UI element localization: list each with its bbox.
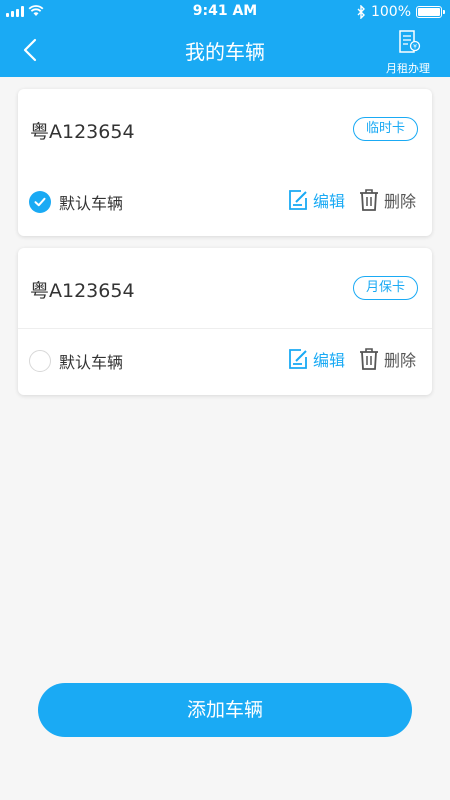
bluetooth-icon <box>357 5 365 19</box>
trash-icon <box>360 348 378 370</box>
document-icon: ¥ <box>399 30 421 53</box>
vehicle-card: 粤A123654 月保卡 默认车辆 编辑 删除 <box>18 248 432 395</box>
battery-icon <box>416 6 445 18</box>
vehicle-actions: 默认车辆 编辑 删除 <box>18 187 432 217</box>
status-bar: 9:41 AM 100% <box>0 0 450 24</box>
monthly-rent-label: 月租办理 <box>386 62 430 75</box>
monthly-rent-button[interactable]: ¥ 月租办理 <box>380 28 436 76</box>
edit-label: 编辑 <box>313 192 346 211</box>
app-header: 9:41 AM 100% 我的车辆 ¥ 月租办理 <box>0 0 450 77</box>
svg-text:¥: ¥ <box>413 44 417 51</box>
card-divider <box>18 328 432 329</box>
edit-label: 编辑 <box>313 351 346 370</box>
delete-label: 删除 <box>384 351 417 370</box>
battery-percent: 100% <box>370 4 411 20</box>
default-vehicle-label: 默认车辆 <box>59 194 124 213</box>
plate-number: 粤A123654 <box>30 280 135 302</box>
unchecked-icon <box>29 350 51 372</box>
edit-button[interactable]: 编辑 <box>287 188 345 212</box>
card-type-badge: 临时卡 <box>352 117 418 141</box>
add-vehicle-button[interactable]: 添加车辆 <box>38 683 412 737</box>
plate-number: 粤A123654 <box>30 121 135 143</box>
edit-icon <box>289 190 307 210</box>
trash-icon <box>360 189 378 211</box>
card-type-badge: 月保卡 <box>352 276 418 300</box>
delete-label: 删除 <box>384 192 417 211</box>
checked-icon <box>29 191 51 213</box>
delete-button[interactable]: 删除 <box>358 188 416 212</box>
delete-button[interactable]: 删除 <box>358 347 416 371</box>
default-vehicle-label: 默认车辆 <box>59 353 124 372</box>
default-vehicle-toggle[interactable]: 默认车辆 <box>29 349 123 373</box>
vehicle-actions: 默认车辆 编辑 删除 <box>18 346 432 376</box>
edit-button[interactable]: 编辑 <box>287 347 345 371</box>
status-right: 100% <box>357 4 445 20</box>
vehicle-card: 粤A123654 临时卡 默认车辆 编辑 删除 <box>18 89 432 236</box>
edit-icon <box>289 349 307 369</box>
default-vehicle-toggle[interactable]: 默认车辆 <box>29 190 123 214</box>
